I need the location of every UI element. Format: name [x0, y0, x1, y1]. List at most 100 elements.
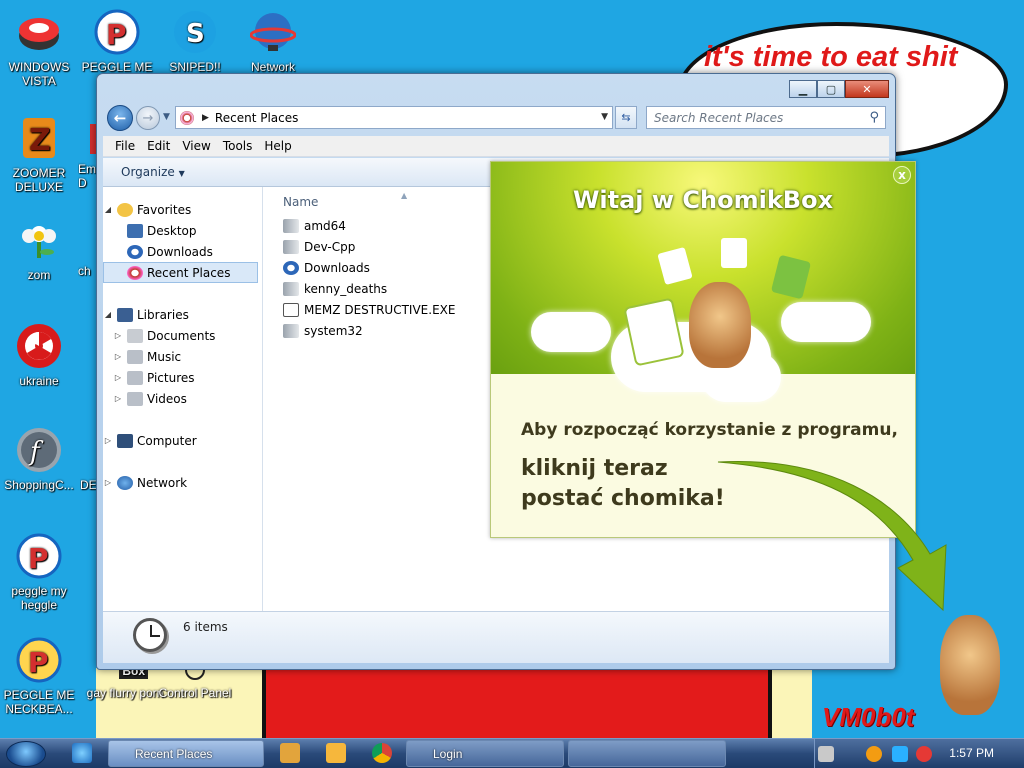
breadcrumb-recent-places[interactable]: Recent Places [215, 111, 298, 125]
desktop-icon-zom[interactable]: zom [0, 216, 78, 282]
search-tray-icon[interactable] [866, 746, 882, 762]
desktop-hamster-mascot[interactable] [940, 615, 1000, 715]
desktop-icon-ukraine[interactable]: ukraine [0, 322, 78, 388]
chomikbox-close-button[interactable]: x [893, 166, 911, 184]
menu-bar: File Edit View Tools Help [103, 136, 889, 157]
nav-item-videos[interactable]: ▷ Videos [103, 388, 262, 409]
start-button[interactable] [6, 741, 46, 767]
close-button[interactable]: ✕ [845, 80, 889, 98]
address-dropdown-icon[interactable]: ▼ [601, 112, 608, 122]
tray-app-icon[interactable] [818, 746, 834, 762]
chomikbox-banner: Witaj w ChomikBox x [491, 162, 915, 402]
desktop-icon-shopping[interactable]: f ShoppingC... [0, 426, 78, 492]
chomikbox-title: Witaj w ChomikBox [572, 186, 834, 214]
desktop-icon-network[interactable]: Network [234, 8, 312, 74]
refresh-button[interactable]: ⇆ [615, 106, 637, 129]
hamster-mascot[interactable] [689, 282, 751, 368]
desktop-icon-peggle-neckbeard[interactable]: P PEGGLE ME NECKBEA... [0, 636, 78, 716]
menu-edit[interactable]: Edit [147, 139, 170, 153]
taskbar-recent-places[interactable]: Recent Places [108, 740, 264, 767]
chomikbox-instruction: Aby rozpocząć korzystanie z programu, [521, 420, 898, 440]
peggle-icon: P [15, 636, 63, 684]
desktop-icon-peggle-my-heggle[interactable]: P peggle my heggle [0, 532, 78, 612]
nav-libraries[interactable]: ◢ Libraries [103, 304, 262, 325]
nav-item-desktop[interactable]: Desktop [103, 220, 262, 241]
skype-icon: S [171, 8, 219, 56]
collapse-arrow-icon[interactable]: ▷ [113, 331, 123, 340]
internet-explorer-icon[interactable] [72, 743, 92, 763]
app-icon[interactable] [326, 743, 346, 763]
book-file-icon [770, 254, 812, 300]
network-icon [117, 475, 133, 490]
nav-computer[interactable]: ▷ Computer [103, 430, 262, 451]
minimize-button[interactable]: ▁ [789, 80, 817, 98]
organize-button[interactable]: Organize ▼ [121, 165, 185, 179]
address-bar[interactable]: ▶ Recent Places ▼ [175, 106, 613, 129]
record-tray-icon[interactable] [916, 746, 932, 762]
star-icon [117, 202, 133, 217]
back-button[interactable]: ← [107, 105, 133, 131]
folder-icon [283, 218, 299, 233]
collapse-arrow-icon[interactable]: ▷ [113, 352, 123, 361]
nav-item-music[interactable]: ▷ Music [103, 346, 262, 367]
nav-item-documents[interactable]: ▷ Documents [103, 325, 262, 346]
downloads-icon [127, 244, 143, 259]
nav-favorites[interactable]: ◢ Favorites [103, 199, 262, 220]
folder-icon [283, 239, 299, 254]
disc-icon [15, 8, 63, 56]
forward-button[interactable]: → [136, 106, 160, 130]
flower-icon [15, 216, 63, 264]
chrome-icon[interactable] [372, 743, 392, 763]
nav-item-downloads[interactable]: Downloads [103, 241, 262, 262]
desktop-icon [127, 223, 143, 238]
wallpaper-yellow-right [772, 668, 812, 740]
svg-text:P: P [106, 18, 127, 51]
svg-text:Z: Z [29, 123, 51, 158]
folder-icon [283, 323, 299, 338]
collapse-arrow-icon[interactable]: ▷ [103, 436, 113, 445]
expand-arrow-icon[interactable]: ◢ [103, 205, 113, 214]
wallpaper-signature: VM0b0t [822, 702, 915, 732]
downloads-icon [283, 260, 299, 275]
navigation-bar: ← → ▼ ▶ Recent Places ▼ ⇆ Search Recent … [103, 104, 889, 132]
taskbar-chomikbox[interactable] [568, 740, 726, 767]
network-globe-icon [249, 8, 297, 56]
media-player-icon[interactable] [280, 743, 300, 763]
monitor-tray-icon[interactable] [892, 746, 908, 762]
breadcrumb-separator-icon[interactable]: ▶ [202, 113, 209, 123]
menu-tools[interactable]: Tools [223, 139, 253, 153]
menu-help[interactable]: Help [264, 139, 291, 153]
recent-places-icon [180, 110, 194, 125]
nav-item-recent-places[interactable]: Recent Places [103, 262, 258, 283]
collapse-arrow-icon[interactable]: ▷ [113, 394, 123, 403]
maximize-button[interactable]: ▢ [817, 80, 845, 98]
executable-icon [283, 302, 299, 317]
sort-arrow-icon: ▲ [401, 191, 408, 200]
computer-icon [117, 433, 133, 448]
menu-view[interactable]: View [182, 139, 210, 153]
search-icon[interactable]: ⚲ [869, 110, 879, 125]
collapse-arrow-icon[interactable]: ▷ [103, 478, 113, 487]
desktop-icon-windows-vista[interactable]: WINDOWS VISTA [0, 8, 78, 88]
nav-item-pictures[interactable]: ▷ Pictures [103, 367, 262, 388]
taskbar-clock[interactable]: 1:57 PM [949, 746, 994, 760]
nav-network[interactable]: ▷ Network [103, 472, 262, 493]
search-input[interactable]: Search Recent Places ⚲ [646, 106, 886, 129]
window-controls: ▁ ▢ ✕ [789, 80, 889, 98]
recent-places-icon [127, 265, 143, 280]
zoomer-icon: Z [15, 114, 63, 162]
desktop-icon-zoomer-deluxe[interactable]: Z ZOOMER DELUXE [0, 114, 78, 194]
green-arrow-icon [717, 460, 947, 612]
cloud-icon [531, 312, 611, 352]
peggle-icon: P [15, 532, 63, 580]
taskbar-login[interactable]: Login [406, 740, 564, 767]
expand-arrow-icon[interactable]: ◢ [103, 310, 113, 319]
svg-text:P: P [28, 646, 49, 679]
collapse-arrow-icon[interactable]: ▷ [113, 373, 123, 382]
menu-file[interactable]: File [115, 139, 135, 153]
recent-pages-dropdown[interactable]: ▼ [163, 112, 170, 122]
wallpaper-red-shape [262, 668, 772, 740]
svg-text:S: S [186, 19, 205, 49]
flash-icon: f [15, 426, 63, 474]
